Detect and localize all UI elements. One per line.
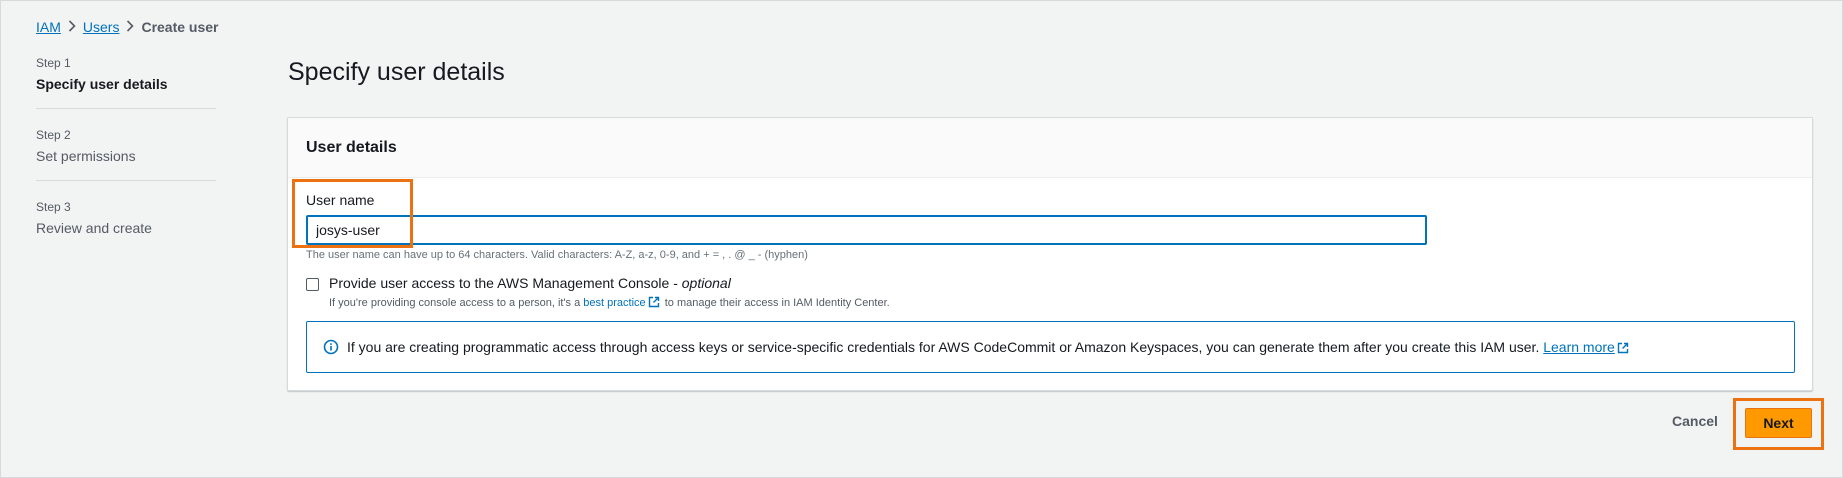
chevron-right-icon	[61, 19, 83, 35]
cancel-button[interactable]: Cancel	[1672, 413, 1718, 429]
info-icon	[323, 339, 339, 355]
step-label: Review and create	[36, 220, 152, 236]
username-hint: The user name can have up to 64 characte…	[306, 249, 808, 261]
breadcrumb-iam-link[interactable]: IAM	[36, 19, 61, 35]
breadcrumb-current: Create user	[141, 19, 219, 35]
user-details-panel: User details User name The user name can…	[287, 117, 1813, 391]
console-access-checkbox[interactable]	[306, 278, 319, 291]
breadcrumb-users-link[interactable]: Users	[83, 19, 120, 35]
breadcrumb: IAM Users Create user	[36, 19, 219, 35]
best-practice-link[interactable]: best practice	[583, 297, 645, 309]
step-3[interactable]: Step 3 Review and create	[36, 200, 216, 252]
console-access-description: If you're providing console access to a …	[329, 296, 890, 309]
optional-tag: optional	[681, 275, 731, 291]
learn-more-link[interactable]: Learn more	[1543, 339, 1615, 355]
wizard-steps: Step 1 Specify user details Step 2 Set p…	[36, 56, 216, 271]
info-text: If you are creating programmatic access …	[347, 339, 1631, 355]
step-label: Specify user details	[36, 76, 168, 92]
step-number: Step 1	[36, 56, 71, 70]
username-input[interactable]	[306, 215, 1427, 245]
external-link-icon[interactable]	[648, 296, 660, 308]
console-desc-pre: If you're providing console access to a …	[329, 297, 584, 309]
username-label: User name	[306, 192, 375, 208]
console-access-label-text: Provide user access to the AWS Managemen…	[329, 275, 682, 291]
next-button[interactable]: Next	[1745, 408, 1812, 438]
step-number: Step 3	[36, 200, 71, 214]
info-message: If you are creating programmatic access …	[347, 339, 1544, 355]
console-access-option: Provide user access to the AWS Managemen…	[306, 275, 890, 309]
external-link-icon[interactable]	[1617, 341, 1629, 354]
console-desc-post: to manage their access in IAM Identity C…	[661, 297, 890, 309]
step-number: Step 2	[36, 128, 71, 142]
info-alert: If you are creating programmatic access …	[306, 321, 1795, 373]
chevron-right-icon	[119, 19, 141, 35]
step-2[interactable]: Step 2 Set permissions	[36, 128, 216, 181]
step-1: Step 1 Specify user details	[36, 56, 216, 109]
panel-header: User details	[288, 118, 1812, 178]
page-title: Specify user details	[288, 58, 505, 86]
console-access-label[interactable]: Provide user access to the AWS Managemen…	[329, 275, 890, 291]
step-label: Set permissions	[36, 148, 136, 164]
